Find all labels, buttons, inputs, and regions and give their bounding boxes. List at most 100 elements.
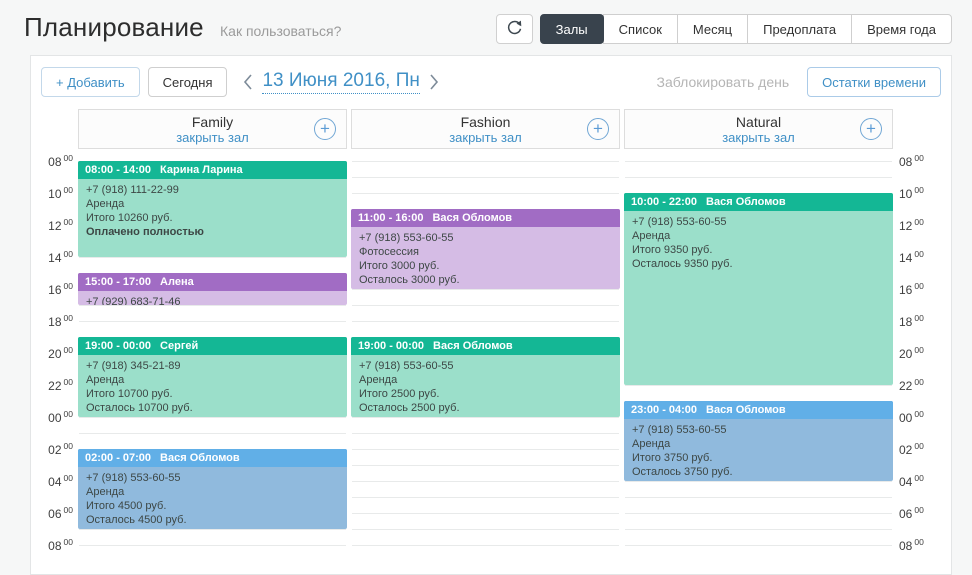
event[interactable]: 19:00 - 00:00Сергей+7 (918) 345-21-89Аре… <box>78 337 347 417</box>
close-hall-link[interactable]: закрыть зал <box>79 130 346 145</box>
event-detail-line: Оплачено полностью <box>86 225 339 239</box>
add-booking-button[interactable]: + Добавить <box>41 67 140 97</box>
event-client: Вася Обломов <box>160 452 240 464</box>
planning-panel: + Добавить Сегодня 13 Июня 2016, Пн Забл… <box>30 55 952 575</box>
gridline <box>352 465 619 466</box>
add-booking-icon[interactable]: + <box>860 118 882 140</box>
event-detail-line: Итого 3750 руб. <box>632 451 885 465</box>
time-label: 0000 <box>899 409 924 425</box>
time-label: 2200 <box>899 377 924 393</box>
event-detail-line: Аренда <box>359 373 612 387</box>
event-detail-line: +7 (918) 111-22-99 <box>86 183 339 197</box>
time-label: 1600 <box>899 281 924 297</box>
event[interactable]: 23:00 - 04:00 Вася Обломов +7 (918) 553-60… <box>624 401 893 481</box>
next-day-icon[interactable] <box>429 73 439 91</box>
event-header: 10:00 - 22:00Вася Обломов <box>624 193 893 211</box>
time-label: 0200 <box>899 441 924 457</box>
event-detail-line: +7 (918) 553-60-55 <box>86 471 339 485</box>
add-booking-icon[interactable]: + <box>314 118 336 140</box>
event-detail-line: Осталось 10700 руб. <box>86 401 339 415</box>
tab-list[interactable]: Список <box>603 14 678 44</box>
event-header: 15:00 - 17:00Алена <box>78 273 347 291</box>
time-label: 1200 <box>899 217 924 233</box>
gridline <box>352 481 619 482</box>
time-label: 2000 <box>48 345 73 361</box>
time-label: 2000 <box>899 345 924 361</box>
remaining-time-button[interactable]: Остатки времени <box>807 67 941 97</box>
event-detail-line: +7 (918) 553-60-55 <box>632 423 885 437</box>
block-day-link[interactable]: Заблокировать день <box>657 74 790 90</box>
event[interactable]: 11:00 - 16:00Вася Обломов+7 (918) 553-60… <box>351 209 620 289</box>
today-button[interactable]: Сегодня <box>148 67 228 97</box>
close-hall-link[interactable]: закрыть зал <box>352 130 619 145</box>
gridline <box>352 321 619 322</box>
event-header: 23:00 - 04:00 Вася Обломов <box>624 401 893 419</box>
hall-column-fashion: 11:00 - 16:00Вася Обломов+7 (918) 553-60… <box>351 161 620 545</box>
time-label: 0000 <box>48 409 73 425</box>
event-details: +7 (929) 683-71-46 <box>78 291 347 305</box>
time-label: 1400 <box>48 249 73 265</box>
gridline <box>352 161 619 162</box>
time-label: 1000 <box>899 185 924 201</box>
event-detail-line: +7 (918) 553-60-55 <box>359 231 612 245</box>
hall-header-fashion: Fashionзакрыть зал+ <box>351 109 620 149</box>
event-time: 02:00 - 07:00 <box>85 452 151 464</box>
event[interactable]: 15:00 - 17:00Алена +7 (929) 683-71-46 <box>78 273 347 305</box>
time-label: 0800 <box>899 153 924 169</box>
time-axis-left: 0800100012001400160018002000220000000200… <box>31 109 73 574</box>
tab-season[interactable]: Время года <box>851 14 952 44</box>
event-detail-line: Аренда <box>86 197 339 211</box>
event-detail-line: Итого 9350 руб. <box>632 243 885 257</box>
view-tabs: ЗалыСписокМесяцПредоплатаВремя года <box>541 14 952 44</box>
refresh-button[interactable] <box>496 14 533 44</box>
event-details: +7 (918) 553-60-55АрендаИтого 3750 руб.О… <box>624 419 893 481</box>
time-label: 0600 <box>48 505 73 521</box>
event-time: 23:00 - 04:00 <box>631 404 697 416</box>
event-client: Вася Обломов <box>706 196 786 208</box>
gridline <box>79 257 346 258</box>
event-time: 11:00 - 16:00 <box>358 212 423 224</box>
time-label: 1200 <box>48 217 73 233</box>
event-detail-line: Итого 10700 руб. <box>86 387 339 401</box>
hall-column-family: 08:00 - 14:00Карина Ларина+7 (918) 111-2… <box>78 161 347 545</box>
time-label: 1400 <box>899 249 924 265</box>
event-detail-line: +7 (929) 683-71-46 <box>86 295 339 305</box>
event-details: +7 (918) 345-21-89АрендаИтого 10700 руб.… <box>78 355 347 417</box>
event-client: Вася Обломов <box>706 404 786 416</box>
toolbar-right: Заблокировать день Остатки времени <box>657 67 941 97</box>
gridline <box>79 417 346 418</box>
event-header: 19:00 - 00:00Сергей <box>78 337 347 355</box>
add-booking-icon[interactable]: + <box>587 118 609 140</box>
event-detail-line: Аренда <box>86 373 339 387</box>
gridline <box>625 161 892 162</box>
event[interactable]: 10:00 - 22:00Вася Обломов+7 (918) 553-60… <box>624 193 893 385</box>
help-link[interactable]: Как пользоваться? <box>220 23 341 39</box>
tab-month[interactable]: Месяц <box>677 14 748 44</box>
gridline <box>79 433 346 434</box>
date-link[interactable]: 13 Июня 2016, Пн <box>262 70 419 94</box>
gridline <box>625 545 892 546</box>
gridline <box>625 529 892 530</box>
event-time: 19:00 - 00:00 <box>358 340 424 352</box>
gridline <box>625 481 892 482</box>
prev-day-icon[interactable] <box>243 73 253 91</box>
gridline <box>625 177 892 178</box>
hall-column-natural: 10:00 - 22:00Вася Обломов +7 (918) 553-60… <box>624 161 893 545</box>
time-label: 1800 <box>48 313 73 329</box>
event[interactable]: 02:00 - 07:00 Вася Обломов +7 (918) 553-60… <box>78 449 347 529</box>
event[interactable]: 08:00 - 14:00Карина Ларина+7 (918) 111-2… <box>78 161 347 257</box>
time-label: 0400 <box>48 473 73 489</box>
page-title: Планирование <box>24 12 204 43</box>
gridline <box>352 289 619 290</box>
event-detail-line: Осталось 4500 руб. <box>86 513 339 527</box>
tab-prepayment[interactable]: Предоплата <box>747 14 852 44</box>
gridline <box>625 513 892 514</box>
event[interactable]: 19:00 - 00:00Вася Обломов+7 (918) 553-60… <box>351 337 620 417</box>
gridline <box>352 497 619 498</box>
event-detail-line: Осталось 2500 руб. <box>359 401 612 415</box>
close-hall-link[interactable]: закрыть зал <box>625 130 892 145</box>
event-client: Сергей <box>160 340 198 352</box>
tab-halls[interactable]: Залы <box>540 14 604 44</box>
event-detail-line: Осталось 3750 руб. <box>632 465 885 479</box>
gridline <box>79 529 346 530</box>
